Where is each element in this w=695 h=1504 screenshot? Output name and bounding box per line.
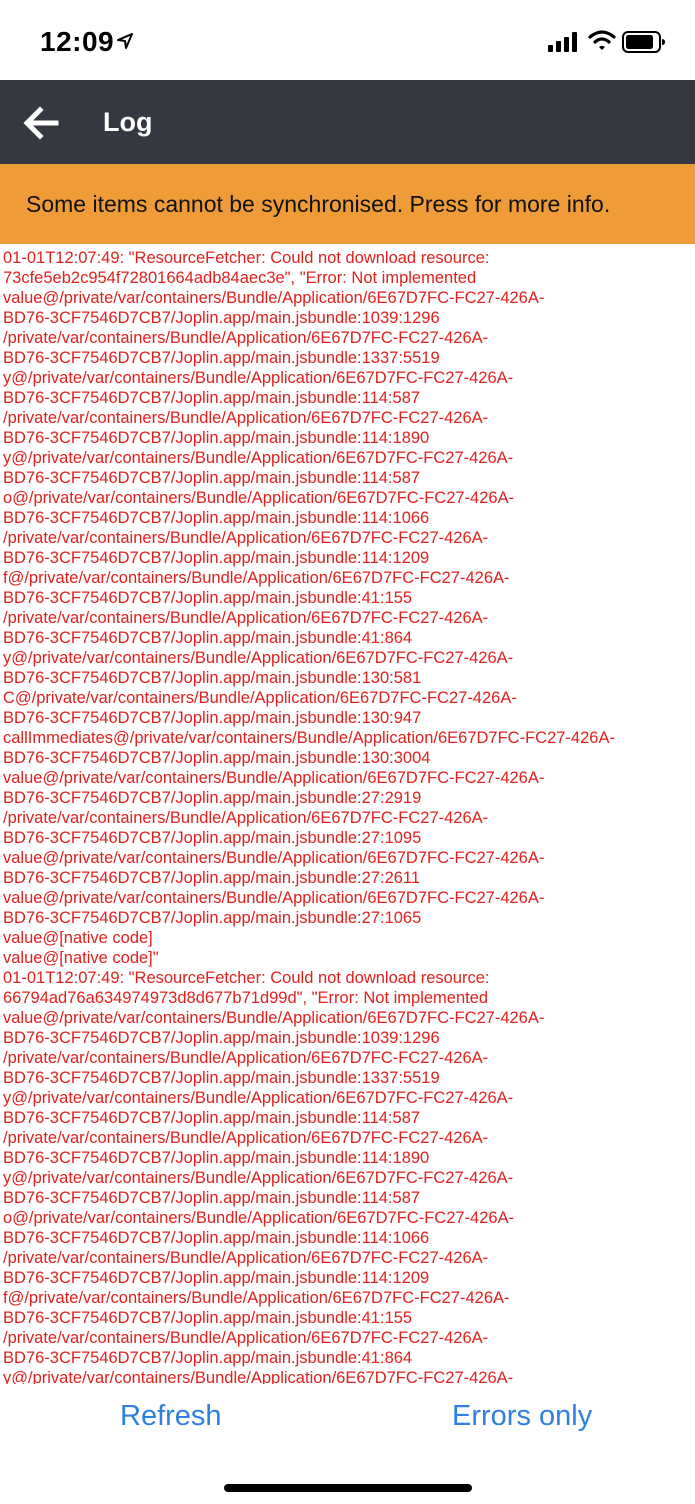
bottom-toolbar: Refresh Errors only (0, 1384, 695, 1504)
wifi-icon (588, 30, 616, 50)
errors-only-button[interactable]: Errors only (452, 1400, 592, 1433)
location-arrow-icon (117, 33, 133, 49)
cellular-signal-icon (548, 32, 577, 52)
log-view[interactable]: 01-01T12:07:49: "ResourceFetcher: Could … (0, 244, 695, 1384)
home-indicator (224, 1484, 472, 1492)
app-header: Log (0, 80, 695, 164)
log-text: 01-01T12:07:49: "ResourceFetcher: Could … (3, 249, 615, 1384)
status-time: 12:09 (40, 26, 115, 57)
back-arrow-icon (23, 106, 59, 140)
refresh-button[interactable]: Refresh (120, 1400, 222, 1433)
status-bar: 12:09 (0, 0, 695, 80)
page-title: Log (103, 107, 153, 137)
sync-warning-text: Some items cannot be synchronised. Press… (26, 191, 611, 217)
back-button[interactable] (18, 100, 64, 146)
battery-icon (622, 31, 665, 53)
sync-warning-banner[interactable]: Some items cannot be synchronised. Press… (0, 164, 695, 244)
